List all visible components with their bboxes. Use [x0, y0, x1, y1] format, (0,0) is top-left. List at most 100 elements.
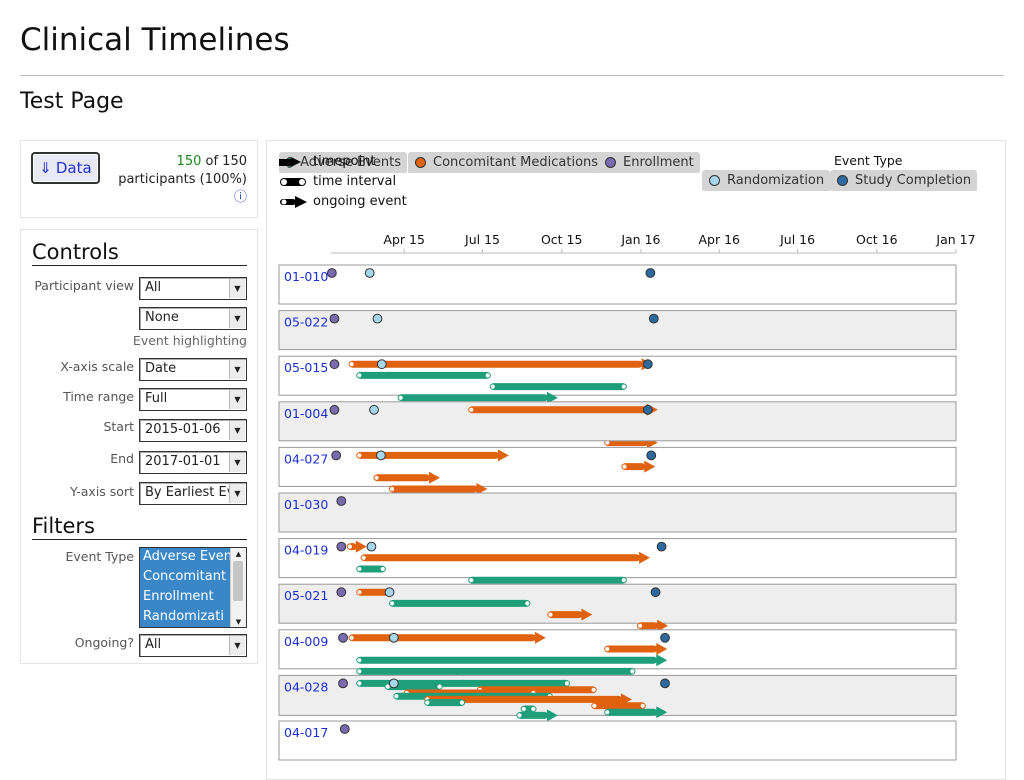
y-axis-sort-select[interactable]: By Earliest Ev ▼ [139, 482, 247, 505]
participant-row [278, 492, 957, 533]
chevron-down-icon: ▼ [229, 453, 245, 472]
enrollment-timepoint [336, 496, 347, 506]
x-axis-tick-label: Oct 15 [541, 232, 583, 247]
concomitant-medication-interval [591, 702, 646, 710]
page-title: Clinical Timelines [20, 22, 290, 58]
enrollment-timepoint [338, 632, 348, 643]
interval-end-marker [458, 699, 466, 706]
participant-id-link[interactable]: 04-019 [284, 543, 328, 558]
interval-end-marker [590, 686, 597, 693]
info-icon[interactable]: ⓘ [234, 190, 247, 205]
chevron-down-icon: ▼ [229, 279, 245, 298]
participant-id-link[interactable]: 01-004 [284, 406, 328, 421]
adverse-event-interval [398, 394, 548, 402]
timeline-chart: Apr 15 Jul 15 Oct 15 Jan 16 Apr 16 Jul 16 Oct … [278, 232, 976, 761]
title-divider [20, 75, 1004, 76]
chevron-down-icon: ▼ [229, 309, 245, 328]
event-type-option[interactable]: Concomitant [140, 568, 230, 588]
interval-start-marker [348, 634, 355, 641]
concomitant-medication-interval [374, 474, 431, 482]
interval-end-marker [620, 577, 627, 584]
scrollbar[interactable]: ▲ ▼ [230, 548, 246, 627]
event-type-option[interactable]: Enrollment [140, 588, 230, 608]
event-highlighting-select[interactable]: None ▼ [139, 307, 247, 330]
enrollment-timepoint [336, 541, 347, 552]
completion-timepoint [660, 678, 670, 689]
interval-start-marker [621, 463, 628, 470]
interval-start-marker [424, 699, 431, 706]
randomization-timepoint [369, 404, 379, 415]
interval-start-marker [356, 452, 363, 459]
participant-view-value: All [145, 280, 162, 295]
interval-end-marker [629, 668, 636, 675]
x-axis-scale-value: Date [145, 361, 177, 376]
adverse-event-interval [424, 699, 465, 707]
participant-row [278, 720, 957, 761]
x-axis-scale-select[interactable]: Date ▼ [139, 358, 247, 381]
interval-start-marker [356, 589, 363, 596]
chevron-down-icon: ▼ [229, 636, 245, 655]
end-date-value: 2017-01-01 [145, 454, 221, 469]
scroll-up-icon[interactable]: ▲ [231, 550, 246, 558]
scrollbar-thumb[interactable] [233, 561, 243, 601]
completion-timepoint [656, 541, 667, 552]
participant-count-number: 150 [176, 154, 202, 169]
participant-id-link[interactable]: 04-009 [284, 634, 328, 649]
completion-timepoint [660, 632, 670, 643]
randomization-timepoint [388, 632, 399, 643]
participant-id-link[interactable]: 05-015 [284, 360, 328, 375]
participant-id-link[interactable]: 04-028 [284, 679, 328, 694]
participant-id-link[interactable]: 04-017 [284, 725, 328, 740]
adverse-event-interval [604, 708, 658, 716]
participant-count-percent: participants (100%) [118, 172, 247, 187]
randomization-timepoint [376, 450, 386, 461]
event-type-multiselect[interactable]: Adverse Even Concomitant Enrollment Rand… [139, 547, 247, 628]
interval-start-marker [360, 554, 367, 561]
interval-start-marker [604, 645, 611, 653]
enrollment-timepoint [329, 404, 340, 415]
scroll-down-icon[interactable]: ▼ [231, 618, 246, 626]
enrollment-timepoint [329, 313, 340, 324]
ongoing-filter-select[interactable]: All ▼ [139, 634, 247, 657]
interval-start-marker [388, 600, 396, 607]
adverse-event-interval [490, 383, 627, 391]
concomitant-medication-interval [361, 554, 641, 562]
event-type-filter-label: Event Type [65, 549, 135, 564]
participant-id-link[interactable]: 04-027 [284, 451, 328, 466]
participant-id-link[interactable]: 05-022 [284, 315, 328, 330]
interval-start-marker [393, 693, 400, 700]
participant-count-panel: ⇓ Data 150 of 150 participants (100%) ⓘ [20, 140, 258, 218]
start-date-input[interactable]: 2015-01-06 ▼ [139, 419, 247, 442]
filters-heading: Filters [32, 514, 247, 540]
data-button[interactable]: ⇓ Data [31, 152, 100, 184]
participant-id-link[interactable]: 05-021 [284, 588, 328, 603]
completion-timepoint [642, 404, 653, 415]
participant-id-link[interactable]: 01-030 [284, 497, 328, 512]
arrow-down-icon: ⇓ [39, 159, 52, 177]
event-type-option[interactable]: Randomizati [140, 608, 230, 627]
interval-start-marker [356, 668, 363, 675]
concomitant-medication-interval [349, 634, 536, 642]
chevron-down-icon: ▼ [229, 360, 245, 379]
interval-end-marker [379, 565, 386, 573]
data-button-label: Data [55, 159, 92, 177]
time-range-select[interactable]: Full ▼ [139, 388, 247, 411]
enrollment-timepoint [339, 724, 350, 734]
timeline-panel: Adverse Events timepoint time interval o… [266, 140, 1006, 780]
chevron-down-icon: ▼ [229, 484, 245, 503]
controls-panel: Controls Participant view All ▼ None ▼ E… [20, 229, 258, 664]
participant-view-select[interactable]: All ▼ [139, 277, 247, 300]
time-range-label: Time range [63, 389, 134, 404]
interval-start-marker [397, 394, 404, 401]
randomization-timepoint [372, 313, 383, 324]
end-date-input[interactable]: 2017-01-01 ▼ [139, 451, 247, 474]
event-type-option[interactable]: Adverse Even [140, 548, 230, 568]
x-axis-tick-label: Apr 15 [383, 232, 425, 247]
participant-count-total: of 150 [205, 154, 247, 169]
participant-count: 150 of 150 participants (100%) ⓘ [118, 153, 247, 207]
participant-view-label: Participant view [34, 278, 134, 293]
enrollment-timepoint [331, 450, 342, 461]
participant-id-link[interactable]: 01-010 [284, 269, 328, 284]
interval-start-marker [356, 680, 363, 687]
controls-heading: Controls [32, 240, 247, 266]
